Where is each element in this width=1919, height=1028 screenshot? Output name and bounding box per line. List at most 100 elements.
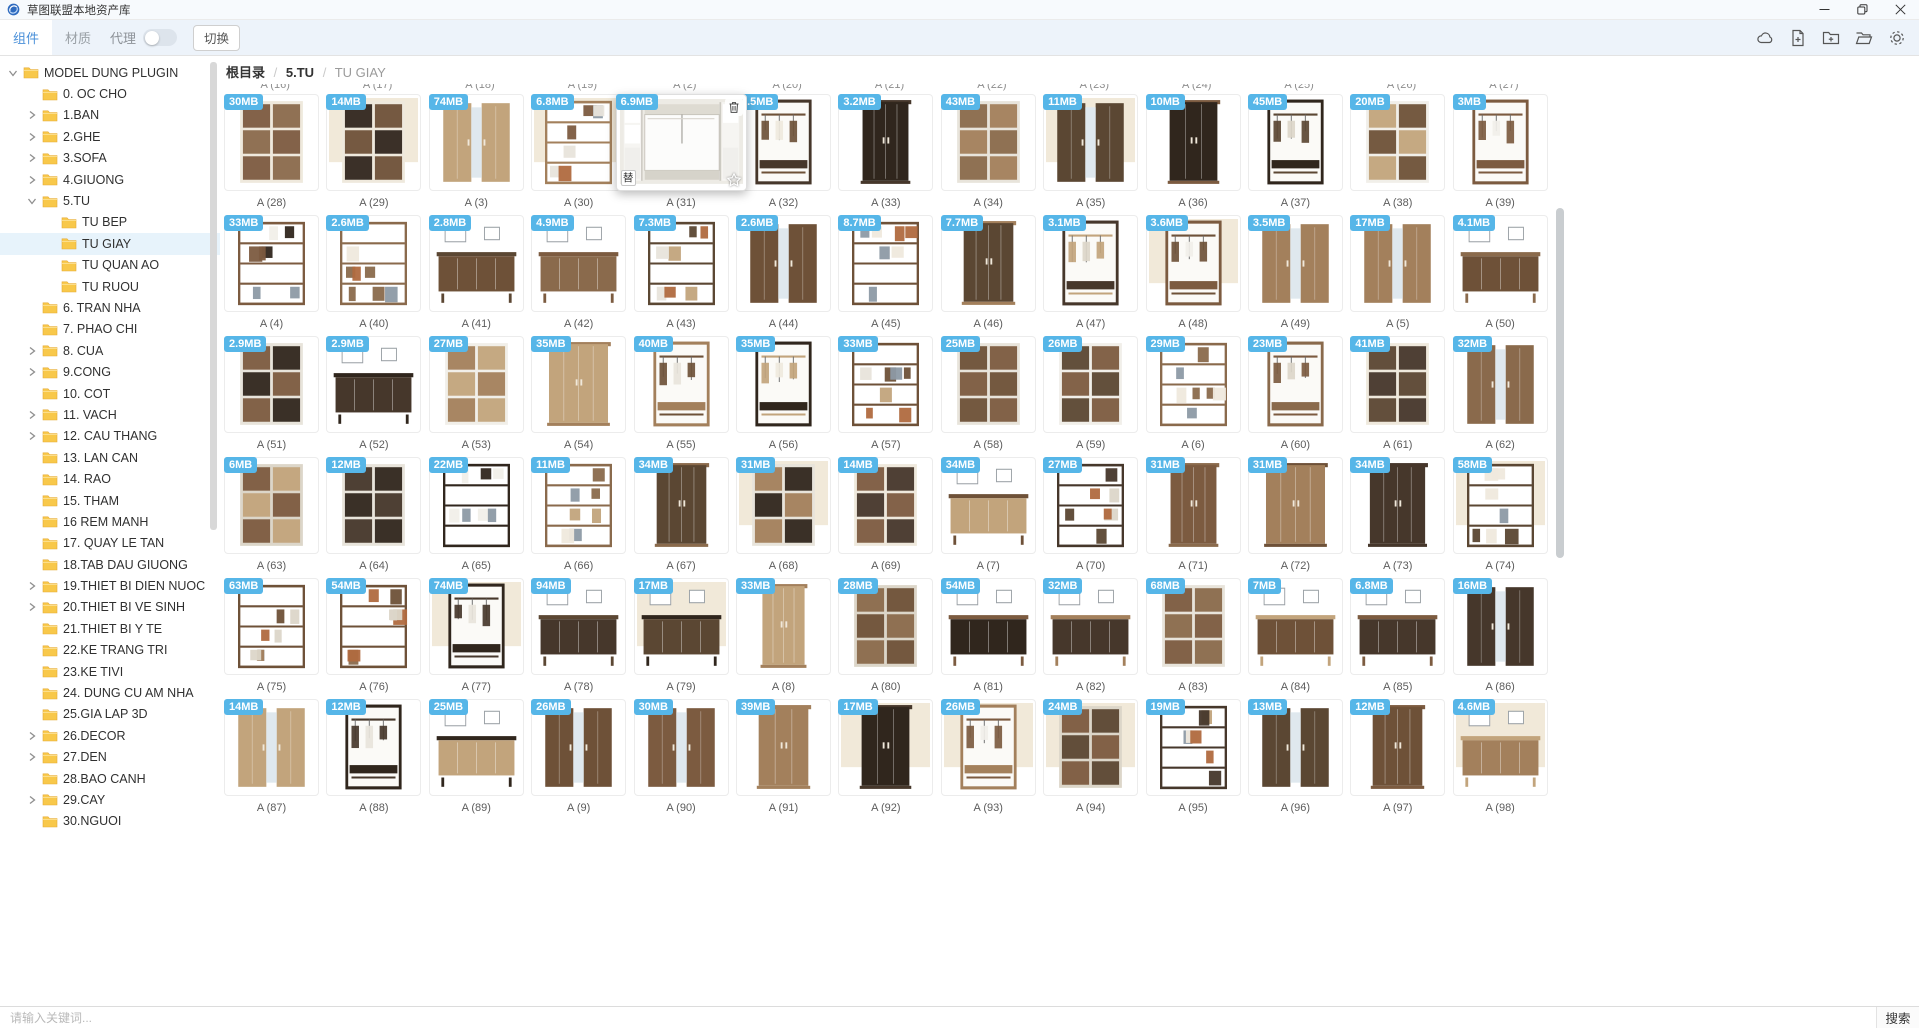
asset-card[interactable]: 4.6MB [1453,699,1548,796]
asset-card[interactable]: 3.5MB [1248,215,1343,312]
sidebar-item[interactable]: 12. CAU THANG [0,426,220,447]
asset-card[interactable]: 4.1MB [1453,215,1548,312]
chevron-right-icon[interactable] [27,581,40,592]
asset-card[interactable]: 33MB [736,578,831,675]
switch-button[interactable]: 切换 [193,25,240,51]
sidebar-item[interactable]: 23.KE TIVI [0,661,220,682]
sidebar-item[interactable]: 7. PHAO CHI [0,319,220,340]
asset-card[interactable]: 26MB [1043,336,1138,433]
chevron-down-icon[interactable] [8,67,21,78]
asset-card[interactable]: 25MB [941,336,1036,433]
asset-card[interactable]: 30MB [634,699,729,796]
asset-card[interactable]: 35MB [736,336,831,433]
asset-card[interactable]: 10MB [1146,94,1241,191]
sidebar-item[interactable]: 14. RAO [0,468,220,489]
sidebar-item[interactable]: 29.CAY [0,789,220,810]
asset-card[interactable]: 20MB [1350,94,1445,191]
chevron-right-icon[interactable] [27,131,40,142]
asset-card[interactable]: 54MB [941,578,1036,675]
asset-card[interactable]: 7MB [1248,578,1343,675]
asset-card[interactable]: 27MB [1043,457,1138,554]
asset-card[interactable]: 32MB [1453,336,1548,433]
asset-card[interactable]: 54MB [326,578,421,675]
sidebar-item[interactable]: 17. QUAY LE TAN [0,533,220,554]
sidebar-item[interactable]: 28.BAO CANH [0,768,220,789]
sidebar-item[interactable]: 3.SOFA [0,148,220,169]
asset-card[interactable]: 2.6MB [326,215,421,312]
asset-card[interactable]: 43MB [941,94,1036,191]
asset-card[interactable]: 41MB [1350,336,1445,433]
breadcrumb-parent[interactable]: 5.TU [286,65,314,80]
sidebar-item[interactable]: 20.THIET BI VE SINH [0,597,220,618]
sidebar-item[interactable]: TU GIAY [0,233,220,254]
chevron-right-icon[interactable] [27,153,40,164]
sidebar-item[interactable]: 22.KE TRANG TRI [0,640,220,661]
asset-card[interactable]: 14MB [326,94,421,191]
asset-card[interactable]: 2.6MB [736,215,831,312]
sidebar-item[interactable]: 13. LAN CAN [0,447,220,468]
restore-button[interactable] [1843,0,1881,20]
asset-card[interactable]: 26MB [941,699,1036,796]
chevron-right-icon[interactable] [27,174,40,185]
sidebar-item[interactable]: 26.DECOR [0,725,220,746]
asset-card[interactable]: 14MB [838,457,933,554]
asset-card[interactable]: 3.5MB [736,94,831,191]
asset-card[interactable]: 45MB [1248,94,1343,191]
asset-card[interactable]: 6.9MB替 [616,94,747,191]
asset-card[interactable]: 23MB [1248,336,1343,433]
new-file-icon[interactable] [1789,29,1807,47]
star-icon[interactable] [726,172,742,188]
sidebar-item[interactable]: MODEL DUNG PLUGIN [0,62,220,83]
asset-card[interactable]: 31MB [1146,457,1241,554]
asset-card[interactable]: 34MB [1350,457,1445,554]
asset-card[interactable]: 4.9MB [531,215,626,312]
asset-card[interactable]: 2.9MB [326,336,421,433]
asset-card[interactable]: 17MB [634,578,729,675]
asset-card[interactable]: 22MB [429,457,524,554]
proxy-toggle[interactable] [143,29,177,46]
close-button[interactable] [1881,0,1919,20]
chevron-right-icon[interactable] [27,367,40,378]
grid-scrollbar[interactable] [1556,208,1564,558]
asset-card[interactable]: 26MB [531,699,626,796]
sidebar-item[interactable]: 16 REM MANH [0,511,220,532]
asset-card[interactable]: 68MB [1146,578,1241,675]
asset-card[interactable]: 3.1MB [1043,215,1138,312]
sidebar-item[interactable]: 1.BAN [0,105,220,126]
asset-card[interactable]: 34MB [941,457,1036,554]
asset-card[interactable]: 17MB [1350,215,1445,312]
chevron-right-icon[interactable] [27,794,40,805]
asset-card[interactable]: 6.8MB [1350,578,1445,675]
sidebar-item[interactable]: 15. THAM [0,490,220,511]
asset-card[interactable]: 94MB [531,578,626,675]
chevron-right-icon[interactable] [27,345,40,356]
sidebar-item[interactable]: TU RUOU [0,276,220,297]
asset-card[interactable]: 33MB [838,336,933,433]
asset-card[interactable]: 6.8MB [531,94,626,191]
asset-card[interactable]: 39MB [736,699,831,796]
tab-materials[interactable]: 材质 [52,20,104,55]
sidebar-item[interactable]: 11. VACH [0,404,220,425]
chevron-right-icon[interactable] [27,409,40,420]
asset-card[interactable]: 12MB [326,699,421,796]
sidebar-item[interactable]: 21.THIET BI Y TE [0,618,220,639]
settings-icon[interactable] [1888,29,1906,47]
sidebar-item[interactable]: 10. COT [0,383,220,404]
asset-card[interactable]: 6MB [224,457,319,554]
asset-card[interactable]: 29MB [1146,336,1241,433]
asset-card[interactable]: 8.7MB [838,215,933,312]
asset-card[interactable]: 13MB [1248,699,1343,796]
chevron-right-icon[interactable] [27,602,40,613]
search-input[interactable] [0,1007,1876,1028]
asset-card[interactable]: 31MB [736,457,831,554]
chevron-right-icon[interactable] [27,431,40,442]
asset-card[interactable]: 12MB [1350,699,1445,796]
sidebar-item[interactable]: 8. CUA [0,340,220,361]
search-button[interactable]: 搜索 [1876,1007,1919,1028]
asset-card[interactable]: 17MB [838,699,933,796]
sidebar-item[interactable]: 5.TU [0,190,220,211]
tab-components[interactable]: 组件 [0,20,52,55]
asset-card[interactable]: 7.3MB [634,215,729,312]
asset-card[interactable]: 3MB [1453,94,1548,191]
replace-badge[interactable]: 替 [621,170,636,186]
